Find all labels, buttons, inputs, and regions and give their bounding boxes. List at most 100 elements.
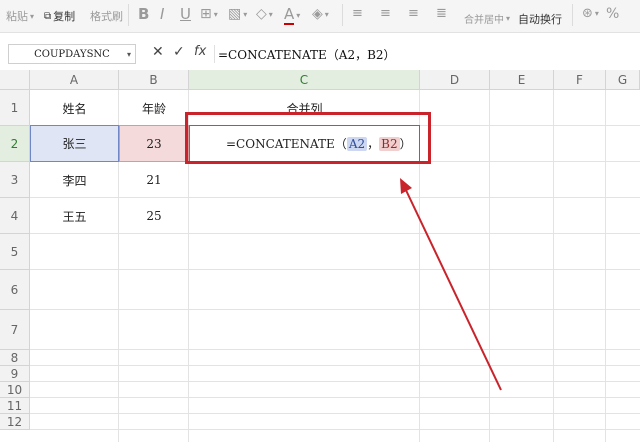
borders-button[interactable]: ⊞ ▾: [200, 6, 218, 22]
paste-button[interactable]: 粘贴 ▾: [6, 8, 34, 24]
row-header-9[interactable]: 9: [0, 366, 30, 382]
currency-button[interactable]: ⊛ ▾: [582, 6, 599, 21]
row-header-label: 1: [10, 100, 19, 115]
merge-center-button[interactable]: 合并居中 ▾: [464, 11, 510, 26]
chevron-down-icon: ▾: [506, 14, 511, 23]
chevron-down-icon: ▾: [243, 9, 248, 19]
row-gridline: [30, 349, 640, 350]
row-header-label: 5: [10, 244, 19, 259]
row-header-11[interactable]: 11: [0, 398, 30, 414]
chevron-down-icon: ▾: [296, 10, 301, 20]
row-header-2[interactable]: 2: [0, 126, 30, 162]
chevron-down-icon: ▾: [324, 9, 329, 19]
row-header-label: 10: [6, 382, 23, 397]
percent-button[interactable]: %: [606, 6, 619, 22]
cell-style-button[interactable]: ▧ ▾: [228, 6, 247, 22]
row-header-label: 3: [10, 172, 19, 187]
row-gridline: [30, 269, 640, 270]
underline-button[interactable]: U: [180, 5, 191, 23]
row-header-label: 12: [6, 414, 23, 429]
wrap-text-button[interactable]: 自动换行: [518, 11, 562, 27]
insert-function-button[interactable]: fx: [194, 44, 206, 59]
chevron-down-icon: ▾: [213, 9, 218, 19]
cell-text: 25: [146, 209, 162, 223]
cell-a1[interactable]: 姓名: [30, 90, 119, 126]
format-painter-button[interactable]: 格式刷: [90, 8, 123, 24]
cancel-formula-button[interactable]: ✕: [152, 44, 164, 60]
toolbar-divider: [572, 4, 573, 26]
row-header-8[interactable]: 8: [0, 350, 30, 366]
row-header-label: 4: [10, 208, 19, 223]
column-header-label: B: [149, 72, 158, 87]
row-gridline: [30, 397, 640, 398]
column-header-g[interactable]: G: [606, 70, 640, 90]
cell-text: 年龄: [141, 101, 166, 116]
cell-text: 王五: [62, 209, 87, 224]
column-header-d[interactable]: D: [420, 70, 490, 90]
row-header-label: 2: [10, 136, 19, 151]
copy-icon: ⧉: [44, 10, 52, 22]
italic-button[interactable]: I: [160, 5, 164, 23]
cell-text: 姓名: [62, 101, 87, 116]
align-right-button[interactable]: ≡: [408, 6, 419, 21]
align-right-icon: ≡: [408, 6, 419, 21]
cell-text: 张三: [62, 137, 87, 151]
row-header-6[interactable]: 6: [0, 270, 30, 310]
row-header-4[interactable]: 4: [0, 198, 30, 234]
row-header-label: 11: [6, 398, 23, 413]
formula-bar: COUPDAYSNC ▾ ✕ ✓ fx =CONCATENATE（A2，B2）: [0, 42, 640, 66]
confirm-formula-button[interactable]: ✓: [173, 44, 185, 60]
cell-a4[interactable]: 王五: [30, 198, 119, 234]
toolbar-divider: [342, 4, 343, 26]
row-header-10[interactable]: 10: [0, 382, 30, 398]
merge-center-label: 合并居中: [464, 15, 504, 26]
cell-text: 21: [146, 173, 162, 187]
format-painter-label: 格式刷: [90, 10, 123, 23]
column-gridline: [605, 90, 606, 442]
cell-a3[interactable]: 李四: [30, 162, 119, 198]
formula-input[interactable]: =CONCATENATE（A2，B2）: [218, 44, 396, 64]
cell-b2[interactable]: 23: [119, 125, 189, 162]
eraser-button[interactable]: ◈ ▾: [312, 6, 329, 22]
row-header-3[interactable]: 3: [0, 162, 30, 198]
column-header-label: C: [299, 72, 309, 87]
justify-button[interactable]: ≣: [436, 6, 447, 21]
cell-b1[interactable]: 年龄: [119, 90, 189, 126]
row-header-7[interactable]: 7: [0, 310, 30, 350]
column-gridline: [489, 90, 490, 442]
column-header-f[interactable]: F: [554, 70, 606, 90]
cell-b3[interactable]: 21: [119, 162, 189, 198]
column-header-label: G: [617, 72, 628, 87]
column-header-a[interactable]: A: [30, 70, 119, 90]
chevron-down-icon: ▾: [594, 9, 599, 18]
percent-label: %: [606, 6, 620, 22]
column-header-e[interactable]: E: [490, 70, 554, 90]
font-color-label: A: [284, 5, 295, 25]
chevron-down-icon: ▾: [126, 49, 131, 59]
name-box[interactable]: COUPDAYSNC ▾: [8, 44, 136, 64]
eraser-icon: ◈: [312, 6, 323, 22]
column-header-c[interactable]: C: [189, 70, 420, 90]
row-header-12[interactable]: 12: [0, 414, 30, 430]
cell-text: 李四: [62, 173, 87, 188]
row-header-5[interactable]: 5: [0, 234, 30, 270]
underline-label: U: [180, 5, 191, 23]
currency-icon: ⊛: [582, 6, 593, 21]
cell-b4[interactable]: 25: [119, 198, 189, 234]
font-color-button[interactable]: A ▾: [284, 5, 300, 25]
formula-text: =CONCATENATE（A2，B2）: [218, 47, 396, 62]
column-header-b[interactable]: B: [119, 70, 189, 90]
name-box-value: COUPDAYSNC: [34, 48, 110, 60]
fill-color-button[interactable]: ◇ ▾: [256, 6, 273, 22]
cell-a2[interactable]: 张三: [30, 125, 119, 162]
copy-button[interactable]: ⧉ 复制: [44, 8, 75, 24]
align-left-button[interactable]: ≡: [352, 6, 363, 21]
row-gridline: [30, 429, 640, 430]
align-left-icon: ≡: [352, 6, 363, 21]
align-center-button[interactable]: ≡: [380, 6, 391, 21]
select-all-corner[interactable]: [0, 70, 30, 90]
row-header-1[interactable]: 1: [0, 90, 30, 126]
fx-icon: fx: [194, 44, 207, 59]
bold-button[interactable]: B: [138, 5, 149, 23]
check-icon: ✓: [173, 44, 185, 60]
